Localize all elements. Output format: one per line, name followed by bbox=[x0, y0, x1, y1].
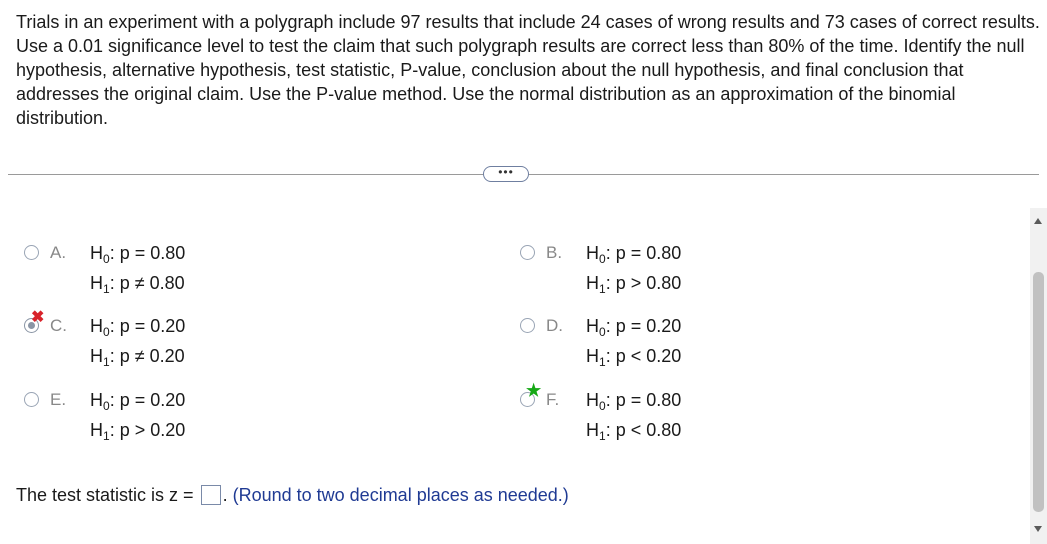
x-mark-icon: ✖ bbox=[31, 309, 45, 326]
answer-line: The test statistic is z = . (Round to tw… bbox=[16, 483, 569, 507]
scroll-down-arrow-icon[interactable] bbox=[1034, 526, 1042, 532]
scrollbar[interactable] bbox=[1030, 208, 1047, 544]
option-letter: B. bbox=[546, 243, 563, 262]
rounding-hint: (Round to two decimal places as needed.) bbox=[232, 485, 569, 505]
alternative-hypothesis: H1: p > 0.20 bbox=[90, 420, 186, 443]
question-text: Trials in an experiment with a polygraph… bbox=[16, 12, 1040, 128]
radio-button[interactable] bbox=[24, 245, 39, 260]
alternative-hypothesis: H1: p < 0.20 bbox=[586, 346, 682, 369]
radio-button[interactable] bbox=[520, 245, 535, 260]
radio-button[interactable] bbox=[24, 392, 39, 407]
alternative-hypothesis: H1: p ≠ 0.80 bbox=[90, 273, 185, 296]
hypotheses: H0: p = 0.80 H1: p < 0.80 bbox=[586, 385, 682, 442]
question-page: Trials in an experiment with a polygraph… bbox=[0, 0, 1047, 544]
alternative-hypothesis: H1: p ≠ 0.20 bbox=[90, 346, 185, 369]
more-button[interactable]: ••• bbox=[483, 166, 529, 182]
null-hypothesis: H0: p = 0.20 bbox=[90, 316, 186, 339]
star-icon: ★ bbox=[526, 381, 542, 400]
scroll-up-arrow-icon[interactable] bbox=[1034, 218, 1042, 224]
alternative-hypothesis: H1: p > 0.80 bbox=[586, 273, 682, 296]
null-hypothesis: H0: p = 0.20 bbox=[586, 316, 682, 339]
scrollbar-thumb[interactable] bbox=[1033, 272, 1044, 512]
hypotheses: H0: p = 0.20 H1: p > 0.20 bbox=[90, 385, 186, 442]
answer-prefix: The test statistic is z = bbox=[16, 485, 194, 505]
option-letter: E. bbox=[50, 390, 67, 409]
radio-button[interactable] bbox=[520, 318, 535, 333]
option-letter: A. bbox=[50, 243, 67, 262]
test-statistic-input[interactable] bbox=[200, 485, 221, 505]
hypotheses: H0: p = 0.80 H1: p > 0.80 bbox=[586, 238, 682, 295]
option-letter: C. bbox=[50, 316, 67, 335]
alternative-hypothesis: H1: p < 0.80 bbox=[586, 420, 682, 443]
null-hypothesis: H0: p = 0.20 bbox=[90, 390, 186, 413]
hypotheses: H0: p = 0.20 H1: p < 0.20 bbox=[586, 311, 682, 368]
option-letter: F. bbox=[546, 390, 560, 409]
option-letter: D. bbox=[546, 316, 563, 335]
answer-suffix: . bbox=[222, 485, 228, 505]
null-hypothesis: H0: p = 0.80 bbox=[90, 243, 186, 266]
hypotheses: H0: p = 0.20 H1: p ≠ 0.20 bbox=[90, 311, 186, 368]
null-hypothesis: H0: p = 0.80 bbox=[586, 243, 682, 266]
hypotheses: H0: p = 0.80 H1: p ≠ 0.80 bbox=[90, 238, 186, 295]
null-hypothesis: H0: p = 0.80 bbox=[586, 390, 682, 413]
